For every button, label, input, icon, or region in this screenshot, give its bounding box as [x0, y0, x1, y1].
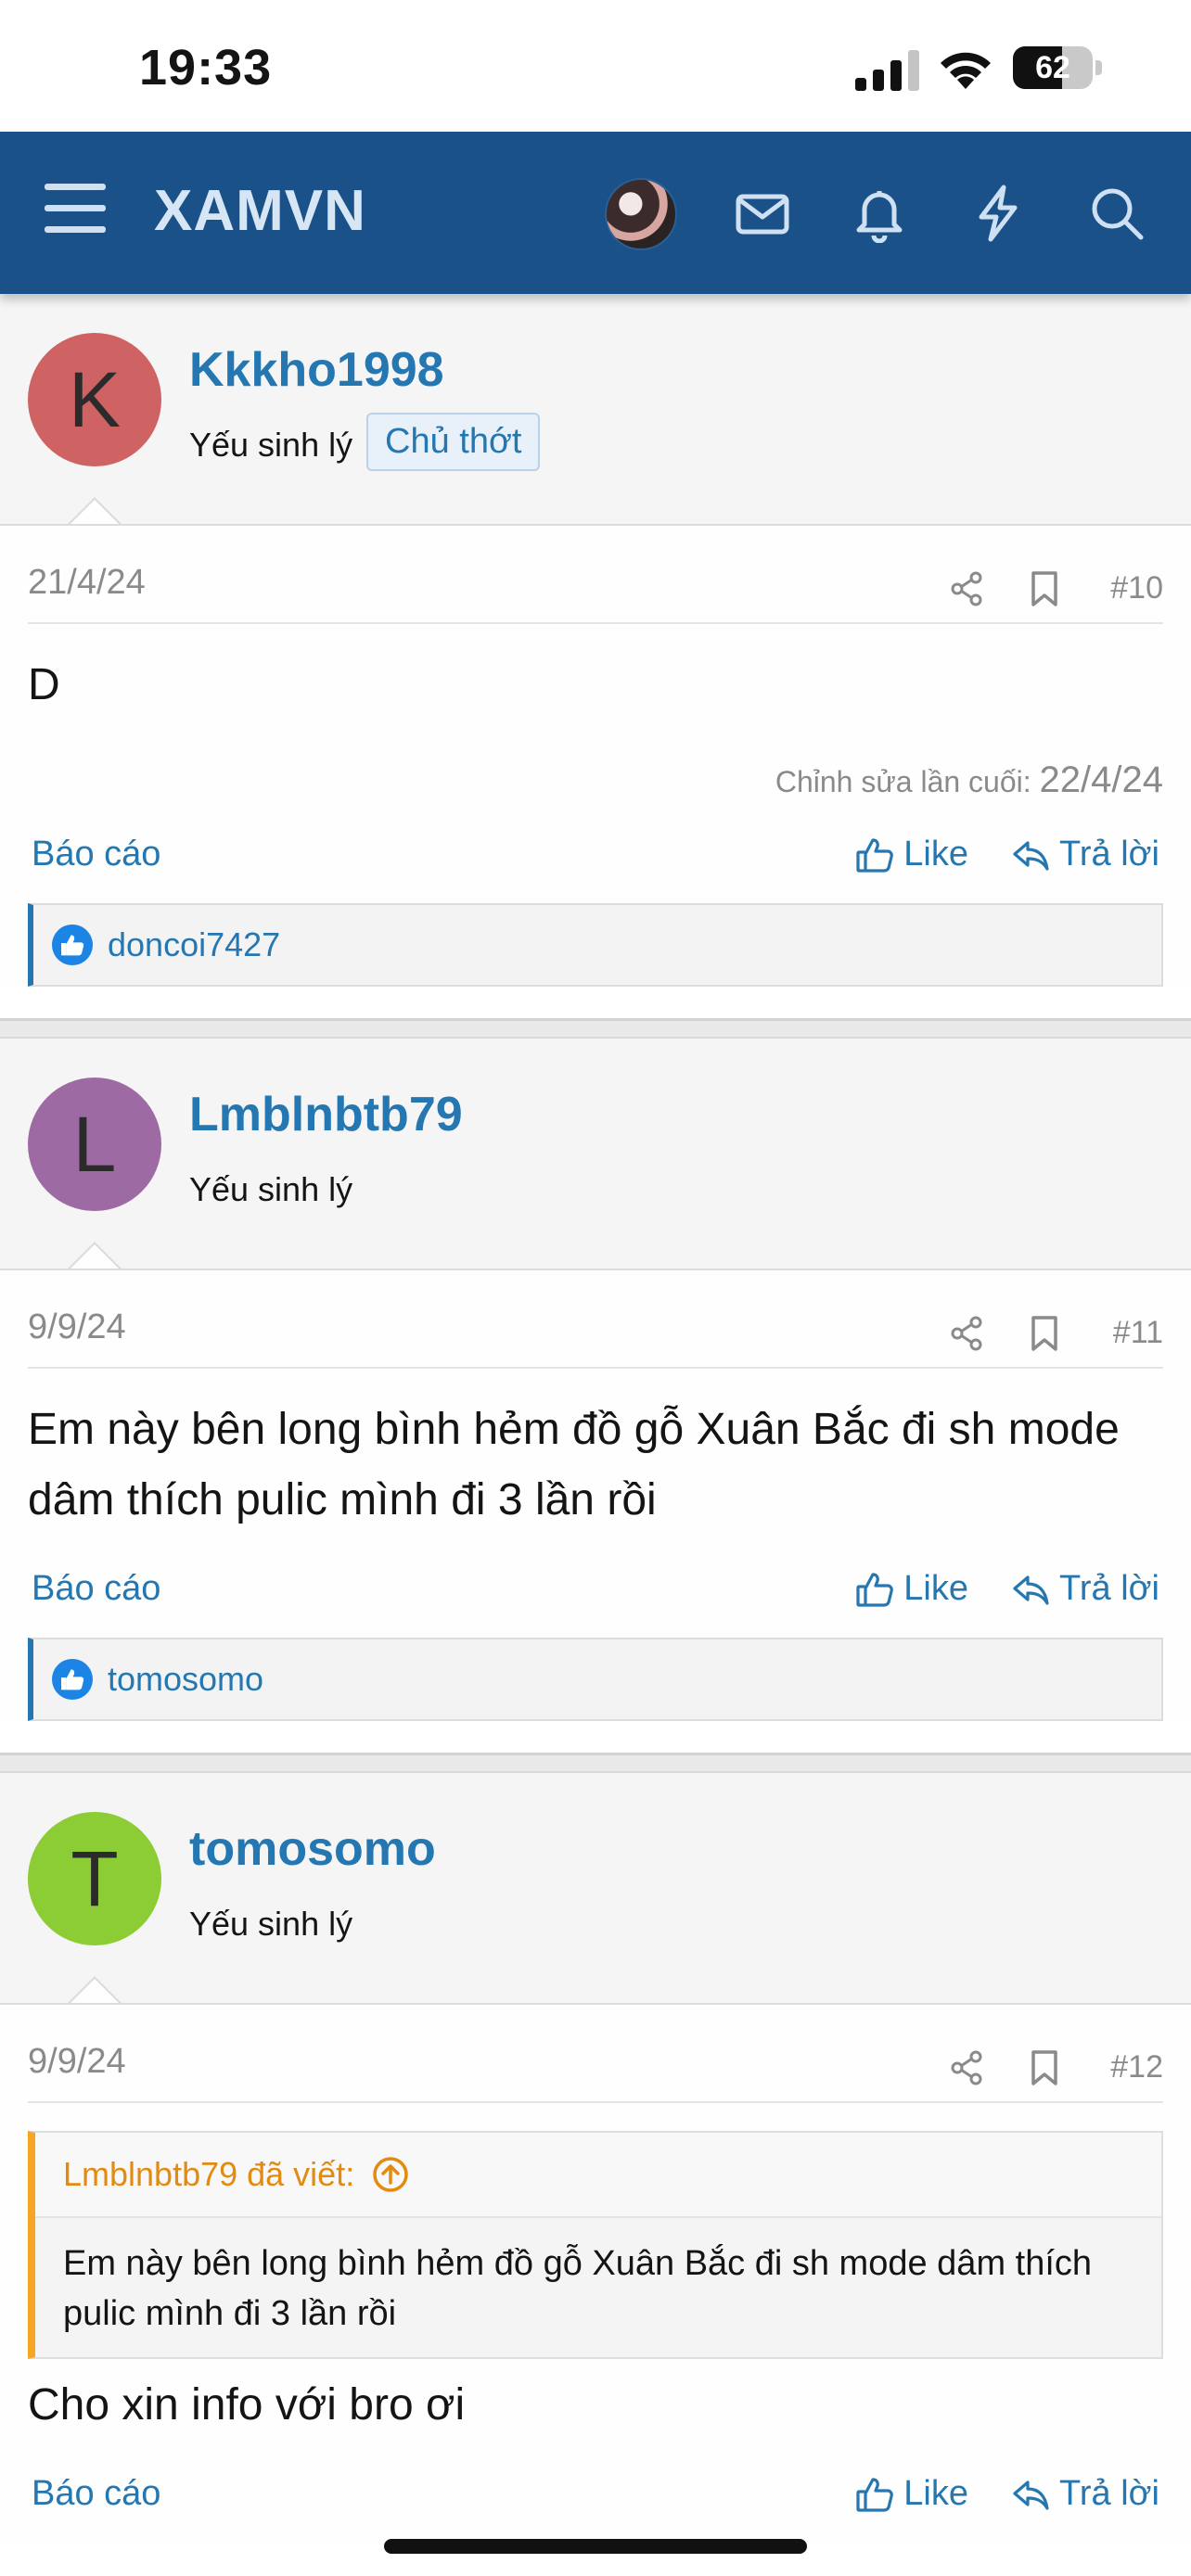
post: 9/9/24 #11 Em này bên long bình hẻm đồ g… [0, 1269, 1191, 1721]
like-button[interactable]: Like [855, 1569, 968, 1609]
thumbs-up-icon [856, 2477, 894, 2512]
post-meta: 21/4/24 #10 [28, 526, 1163, 624]
bookmark-icon[interactable] [1028, 570, 1061, 607]
app-header: XAMVN [0, 132, 1191, 294]
reaction-user[interactable]: doncoi7427 [108, 925, 280, 964]
reaction-user[interactable]: tomosomo [108, 1660, 263, 1699]
post: 9/9/24 #12 Lmblnbtb79 đã viết: Em này bê… [0, 2003, 1191, 2543]
account-avatar[interactable] [605, 178, 677, 250]
post-date[interactable]: 21/4/24 [28, 563, 146, 603]
wifi-icon [941, 52, 991, 89]
user-title: Yếu sinh lý [189, 1170, 353, 1208]
last-edited: Chỉnh sửa lần cuối: 22/4/24 [775, 759, 1163, 800]
bookmark-icon[interactable] [1028, 1315, 1061, 1352]
share-icon[interactable] [948, 570, 985, 607]
battery-icon: 62 [1013, 46, 1102, 89]
post-actions: Báo cáo Like Trả lời [28, 801, 1163, 903]
reactions-bar[interactable]: tomosomo [28, 1638, 1163, 1721]
post-author-block: L Lmblnbtb79 Yếu sinh lý [0, 1039, 1191, 1270]
post: 21/4/24 #10 D Chỉnh sửa lần cuối: 22/4/2… [0, 524, 1191, 987]
share-icon[interactable] [948, 1315, 985, 1352]
post-author-block: K Kkkho1998 Yếu sinh lý Chủ thớt [0, 294, 1191, 526]
reply-icon [1013, 1575, 1049, 1605]
post-message: Em này bên long bình hẻm đồ gỗ Xuân Bắc … [28, 1405, 1120, 1524]
post-date[interactable]: 9/9/24 [28, 2042, 126, 2082]
report-button[interactable]: Báo cáo [32, 1569, 160, 1609]
report-button[interactable]: Báo cáo [32, 835, 160, 874]
home-indicator[interactable] [384, 2539, 807, 2554]
like-button[interactable]: Like [855, 2474, 968, 2514]
user-title: Yếu sinh lý [189, 1905, 353, 1943]
like-reaction-icon [52, 1659, 93, 1700]
reply-icon [1013, 840, 1049, 871]
cellular-signal-icon [855, 50, 919, 91]
like-button[interactable]: Like [855, 835, 968, 874]
mail-icon[interactable] [733, 184, 792, 243]
status-time: 19:33 [139, 40, 273, 96]
post-actions: Báo cáo Like Trả lời [28, 2441, 1163, 2543]
quote-block: Lmblnbtb79 đã viết: Em này bên long bình… [28, 2131, 1163, 2359]
post-separator [0, 1753, 1191, 1773]
thumbs-up-icon [856, 837, 894, 873]
arrow-up-circle-icon[interactable] [371, 2155, 410, 2194]
thread-content: K Kkkho1998 Yếu sinh lý Chủ thớt 21/4/24… [0, 294, 1191, 2543]
post-meta: 9/9/24 #11 [28, 1270, 1163, 1369]
share-icon[interactable] [948, 2049, 985, 2086]
author-name[interactable]: tomosomo [189, 1821, 436, 1877]
site-logo[interactable]: XAMVN [154, 178, 366, 244]
search-icon[interactable] [1087, 184, 1146, 243]
post-number[interactable]: #11 [1113, 1315, 1163, 1351]
author-name[interactable]: Lmblnbtb79 [189, 1087, 463, 1142]
like-reaction-icon [52, 925, 93, 965]
post-author-block: T tomosomo Yếu sinh lý [0, 1773, 1191, 2005]
status-bar: 19:33 62 [0, 0, 1191, 132]
post-number[interactable]: #10 [1110, 570, 1163, 606]
reply-button[interactable]: Trả lời [1011, 1569, 1159, 1609]
avatar[interactable]: T [28, 1812, 161, 1945]
reactions-bar[interactable]: doncoi7427 [28, 903, 1163, 987]
avatar[interactable]: K [28, 333, 161, 466]
post-message: D [28, 660, 60, 709]
thumbs-up-icon [856, 1572, 894, 1607]
bookmark-icon[interactable] [1028, 2049, 1061, 2086]
post-message: Cho xin info với bro ơi [28, 2380, 466, 2429]
post-separator [0, 1018, 1191, 1039]
author-name[interactable]: Kkkho1998 [189, 342, 444, 398]
quote-header[interactable]: Lmblnbtb79 đã viết: [35, 2133, 1161, 2218]
post-meta: 9/9/24 #12 [28, 2005, 1163, 2103]
quote-author[interactable]: Lmblnbtb79 đã viết: [63, 2155, 354, 2194]
reply-icon [1013, 2480, 1049, 2510]
post-number[interactable]: #12 [1110, 2049, 1163, 2085]
post-actions: Báo cáo Like Trả lời [28, 1536, 1163, 1638]
avatar[interactable]: L [28, 1078, 161, 1211]
user-title: Yếu sinh lý [189, 426, 353, 464]
bolt-icon[interactable] [968, 184, 1028, 243]
report-button[interactable]: Báo cáo [32, 2474, 160, 2514]
reply-button[interactable]: Trả lời [1011, 835, 1159, 874]
post-date[interactable]: 9/9/24 [28, 1307, 126, 1347]
thread-starter-badge: Chủ thớt [366, 413, 541, 471]
battery-percent: 62 [1035, 50, 1070, 85]
bell-icon[interactable] [850, 184, 909, 243]
quote-text: Em này bên long bình hẻm đồ gỗ Xuân Bắc … [63, 2244, 1093, 2333]
reply-button[interactable]: Trả lời [1011, 2474, 1159, 2514]
menu-icon[interactable] [45, 184, 106, 239]
